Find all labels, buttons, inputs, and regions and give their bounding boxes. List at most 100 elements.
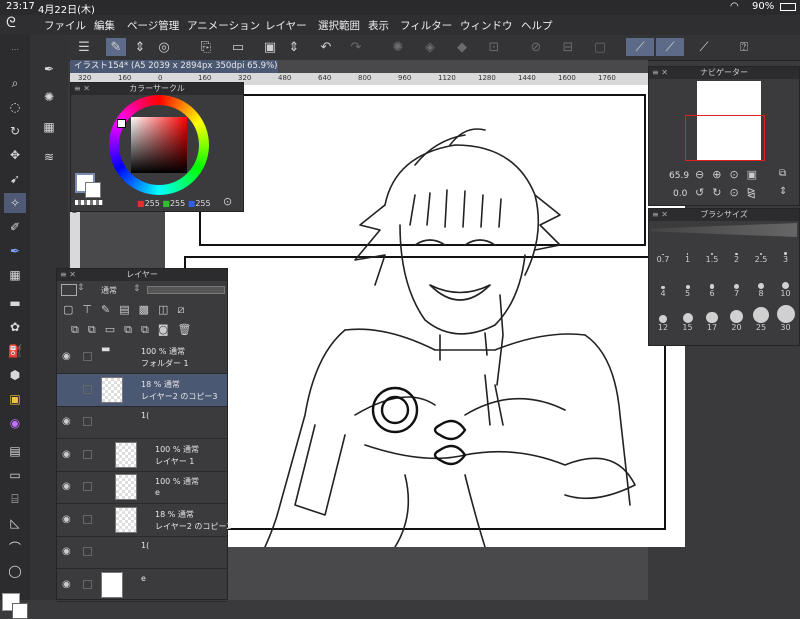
text-tool-icon[interactable]: ⌒ <box>4 537 26 557</box>
navigator-viewport-frame[interactable] <box>685 115 765 161</box>
layer-visibility-eye-icon[interactable]: ◉ <box>62 416 71 427</box>
layer-lock-checkbox[interactable] <box>83 579 92 589</box>
menu-view[interactable]: 表示 <box>368 18 389 33</box>
color-panel-close-icon[interactable]: ≡ ✕ <box>74 83 90 95</box>
layer-row[interactable]: ◉ 100 % 通常 e <box>57 471 227 504</box>
ruler-range-icon[interactable]: ⧄ <box>177 303 193 316</box>
decoration-tool-icon[interactable]: ✿ <box>4 317 26 337</box>
layer-row[interactable]: ◉ 1( <box>57 406 227 439</box>
fit-window-icon[interactable]: ⧉ <box>779 168 786 179</box>
layer-visibility-eye-icon[interactable]: ◉ <box>62 481 71 492</box>
menu-selection[interactable]: 選択範囲 <box>318 18 360 33</box>
rotate-reset-icon[interactable]: ⊙ <box>729 186 746 199</box>
deselect-icon[interactable]: ⊘ <box>526 38 546 56</box>
document-tab[interactable]: イラスト154* (A5 2039 x 2894px 350dpi 65.9%) <box>70 60 278 73</box>
menu-help[interactable]: ヘルプ <box>521 18 553 33</box>
calendar-icon[interactable]: ▦ <box>38 117 60 137</box>
hue-ring[interactable] <box>109 95 209 195</box>
rotate-tool-icon[interactable]: ↻ <box>4 121 26 141</box>
layer-lock-checkbox[interactable] <box>83 514 92 524</box>
brush-size-cell[interactable]: 4 <box>651 275 675 303</box>
brush-size-cell[interactable]: 1 <box>676 241 700 269</box>
rotate-view-icon[interactable]: ◎ <box>154 38 174 56</box>
zoom-in-icon[interactable]: ⊕ <box>712 168 729 181</box>
flip-horizontal-icon[interactable]: ⧎ <box>747 186 764 199</box>
brush-size-cell[interactable]: 6 <box>700 275 724 303</box>
clear-icon[interactable]: ✺ <box>388 38 408 56</box>
new-vector-layer-icon[interactable]: ⧉ <box>88 323 105 336</box>
snap-ruler-icon[interactable]: ⟋ <box>626 38 654 56</box>
layer-row[interactable]: ◉ e <box>57 569 227 602</box>
transfer-down-icon[interactable]: ⧉ <box>124 323 141 336</box>
layer-mask-icon[interactable]: ◙ <box>158 323 178 336</box>
brush-size-cell[interactable]: 5 <box>676 275 700 303</box>
delete-layer-icon[interactable]: 🗑 <box>178 323 201 336</box>
eyedropper-tool-icon[interactable]: ✐ <box>4 217 26 237</box>
layer-visibility-eye-icon[interactable]: ◉ <box>62 514 71 525</box>
brush-size-cell[interactable]: 2 <box>725 241 749 269</box>
draft-layer-icon[interactable]: ✎ <box>101 303 119 316</box>
redo-icon[interactable]: ↷ <box>346 38 366 56</box>
eraser-tool-icon[interactable]: ▬ <box>4 293 26 313</box>
layer-row[interactable]: ◉ 18 % 通常 レイヤー2 のコピー2 <box>57 504 231 537</box>
brush-size-cell[interactable]: 0.7 <box>651 241 675 269</box>
lasso-tool-icon[interactable]: ◌ <box>4 97 26 117</box>
pen-tool-icon[interactable]: ✒ <box>4 241 26 261</box>
help-icon[interactable]: ⍰ <box>734 38 754 56</box>
new-raster-layer-icon[interactable]: ⧉ <box>71 323 88 336</box>
fill-tool-icon[interactable]: ⛽ <box>4 341 26 361</box>
layer-visibility-eye-icon[interactable]: ◉ <box>62 579 71 590</box>
layer-row[interactable]: ◉ 100 % 通常 レイヤー 1 <box>57 439 227 472</box>
layer-visibility-eye-icon[interactable]: ◉ <box>62 546 71 557</box>
save-options-chevron-icon[interactable]: ⇕ <box>284 38 304 56</box>
rotate-right-icon[interactable]: ↻ <box>712 186 729 199</box>
canvas-edit-icon[interactable]: ✎ <box>106 38 126 56</box>
fill-icon[interactable]: ◆ <box>452 38 472 56</box>
snap-special-ruler-icon[interactable]: ⟋ <box>656 38 684 56</box>
menu-animation[interactable]: アニメーション <box>187 18 260 33</box>
layer-property-icon[interactable] <box>61 284 77 296</box>
zoom-actual-icon[interactable]: ▣ <box>747 168 765 181</box>
transform-icon[interactable]: ⊡ <box>484 38 504 56</box>
rectangle-tool-icon[interactable]: ▭ <box>4 465 26 485</box>
tool-palette-handle-icon[interactable]: ⋯ <box>4 39 26 59</box>
brush-size-slider[interactable] <box>651 223 797 237</box>
layers-stack-icon[interactable]: ≋ <box>38 147 60 167</box>
menu-edit[interactable]: 編集 <box>94 18 115 33</box>
brush-size-cell[interactable]: 7 <box>725 275 749 303</box>
blend-chevron-icon[interactable]: ⇕ <box>77 283 85 293</box>
pattern-tool-icon[interactable]: ▦ <box>4 265 26 285</box>
sub-tool-pen-icon[interactable]: ✒ <box>38 59 60 79</box>
ruler-tool-icon[interactable]: ◺ <box>4 513 26 533</box>
layer-lock-checkbox[interactable] <box>83 547 92 556</box>
merge-down-icon[interactable]: ⧉ <box>141 323 158 336</box>
lock-alpha-icon[interactable]: ▩ <box>139 303 158 316</box>
updown-chevron-icon[interactable]: ⇕ <box>130 38 150 56</box>
menu-layer[interactable]: レイヤー <box>265 18 307 33</box>
transparent-color-icon[interactable] <box>75 200 103 205</box>
brush-size-cell[interactable]: 8 <box>749 275 773 303</box>
brush-size-cell[interactable]: 20 <box>725 309 749 337</box>
navigator-rotation-value[interactable]: 0.0 <box>673 189 687 199</box>
menu-file[interactable]: ファイル <box>44 18 86 33</box>
frame-tool-icon[interactable]: ⌸ <box>4 489 26 509</box>
brush-size-cell[interactable]: 30 <box>774 305 798 337</box>
brush-size-close-icon[interactable]: ≡ ✕ <box>652 209 668 221</box>
hamburger-menu-icon[interactable]: ☰ <box>74 38 94 56</box>
gradient-tool-icon[interactable]: ▤ <box>4 441 26 461</box>
navigator-preview[interactable] <box>685 81 765 161</box>
brush-size-cell[interactable]: 2.5 <box>749 241 773 269</box>
blend-tool-icon[interactable]: ⬢ <box>4 365 26 385</box>
clip-layer-icon[interactable]: ▢ <box>63 303 82 316</box>
layer-lock-checkbox[interactable] <box>83 449 92 459</box>
menu-page[interactable]: ページ管理 <box>127 18 179 33</box>
layer-lock-checkbox[interactable] <box>83 482 92 491</box>
bucket-tool-icon[interactable]: ▣ <box>4 389 26 409</box>
flip-vertical-icon[interactable]: ⇕ <box>779 186 787 197</box>
magic-wand-tool-icon[interactable]: ✧ <box>4 193 26 213</box>
layer-lock-checkbox[interactable] <box>83 352 92 361</box>
brush-size-cell[interactable]: 17 <box>700 309 724 337</box>
layer-visibility-eye-icon[interactable]: ◉ <box>62 351 71 362</box>
undo-icon[interactable]: ↶ <box>316 38 336 56</box>
sub-tool-settings-icon[interactable]: ✺ <box>38 87 60 107</box>
